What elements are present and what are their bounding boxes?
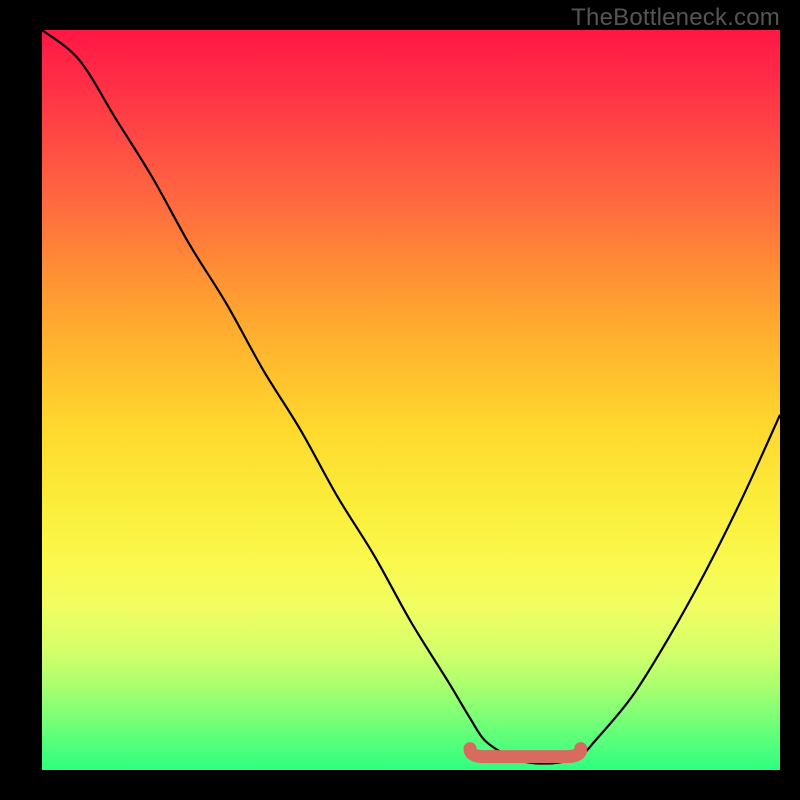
chart-frame: TheBottleneck.com (0, 0, 800, 800)
trough-highlight (470, 749, 581, 757)
watermark-text: TheBottleneck.com (571, 4, 780, 32)
bottleneck-curve (42, 30, 780, 764)
plot-area (42, 30, 780, 770)
curve-svg (42, 30, 780, 770)
